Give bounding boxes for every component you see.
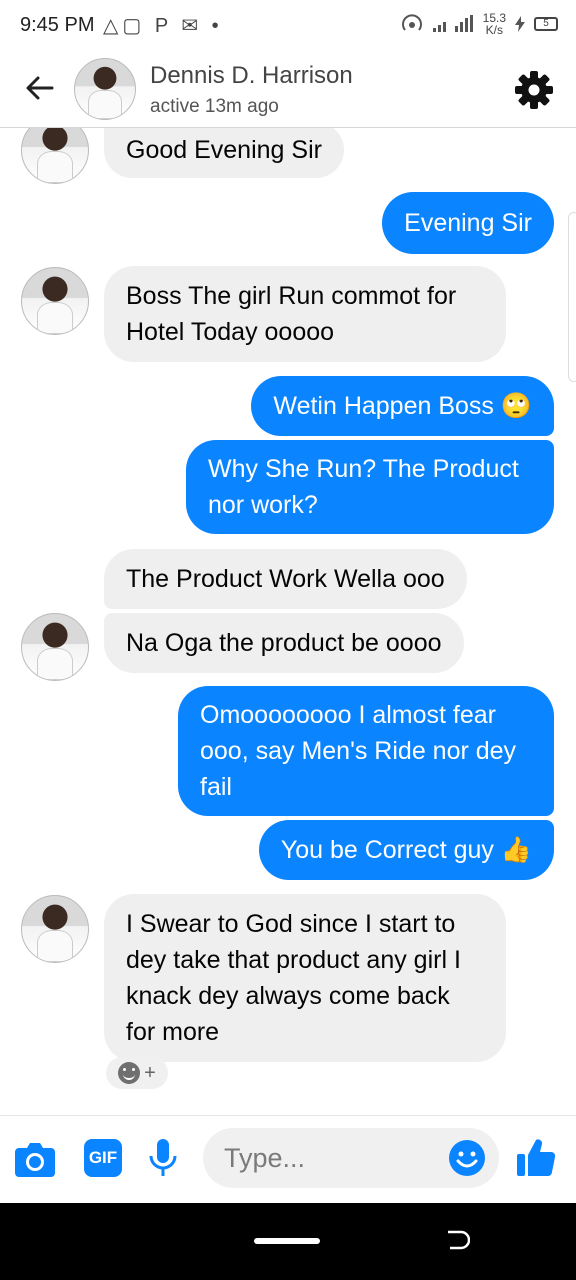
sender-avatar — [21, 128, 89, 184]
message-bubble-incoming[interactable]: Na Oga the product be oooo — [104, 613, 464, 673]
speed-unit: K/s — [485, 23, 503, 37]
hotspot-icon — [401, 14, 422, 31]
message-bubble-outgoing[interactable]: You be Correct guy 👍 — [258, 820, 554, 880]
message-bubble-outgoing[interactable]: Omoooooooo I almost fear ooo, say Men's … — [178, 686, 554, 816]
home-button[interactable] — [254, 1238, 320, 1244]
signal-icon — [432, 15, 473, 32]
message-bubble-outgoing[interactable]: Wetin Happen Boss 🙄 — [251, 376, 554, 436]
arrow-left-icon[interactable] — [22, 70, 58, 106]
scroll-indicator[interactable] — [568, 212, 576, 382]
chat-header: Dennis D. Harrison active 13m ago — [0, 50, 576, 128]
message-bubble-incoming[interactable]: Good Evening Sir — [104, 128, 344, 178]
charging-icon — [515, 16, 525, 32]
message-bubble-incoming[interactable]: I Swear to God since I start to dey take… — [104, 894, 506, 1062]
sender-avatar — [21, 267, 89, 335]
sender-avatar — [21, 613, 89, 681]
thumbs-up-icon[interactable] — [515, 1136, 557, 1178]
microphone-icon[interactable] — [148, 1138, 178, 1178]
contact-avatar[interactable] — [74, 58, 136, 120]
nav-back-icon[interactable] — [446, 1229, 470, 1251]
contact-name[interactable]: Dennis D. Harrison — [150, 62, 353, 90]
status-time: 9:45 PM — [20, 14, 95, 36]
notification-icons: △▢ P ✉ • — [103, 15, 223, 37]
message-composer: GIF — [0, 1115, 576, 1203]
emoji-icon[interactable] — [448, 1139, 486, 1177]
message-bubble-outgoing[interactable]: Evening Sir — [382, 192, 554, 254]
add-reaction-button[interactable]: + — [106, 1057, 168, 1089]
camera-icon[interactable] — [14, 1140, 56, 1178]
message-bubble-incoming[interactable]: Boss The girl Run commot for Hotel Today… — [104, 266, 506, 362]
status-bar: 9:45 PM △▢ P ✉ • 15.3 K/s 5 — [0, 0, 576, 50]
network-speed: 15.3 K/s — [483, 12, 506, 36]
contact-status: active 13m ago — [150, 96, 279, 117]
plus-icon: + — [144, 1061, 156, 1084]
battery-indicator: 5 — [534, 17, 558, 31]
gear-icon[interactable] — [514, 70, 554, 110]
status-right-group: 15.3 K/s 5 — [401, 12, 558, 36]
system-navigation-bar — [0, 1203, 576, 1280]
message-bubble-outgoing[interactable]: Why She Run? The Product nor work? — [186, 440, 554, 534]
smiley-icon — [118, 1062, 141, 1084]
message-list[interactable]: Good Evening Sir Evening Sir Boss The gi… — [0, 128, 576, 1115]
sender-avatar — [21, 895, 89, 963]
gif-icon[interactable]: GIF — [84, 1139, 122, 1177]
message-bubble-incoming[interactable]: The Product Work Wella ooo — [104, 549, 467, 609]
